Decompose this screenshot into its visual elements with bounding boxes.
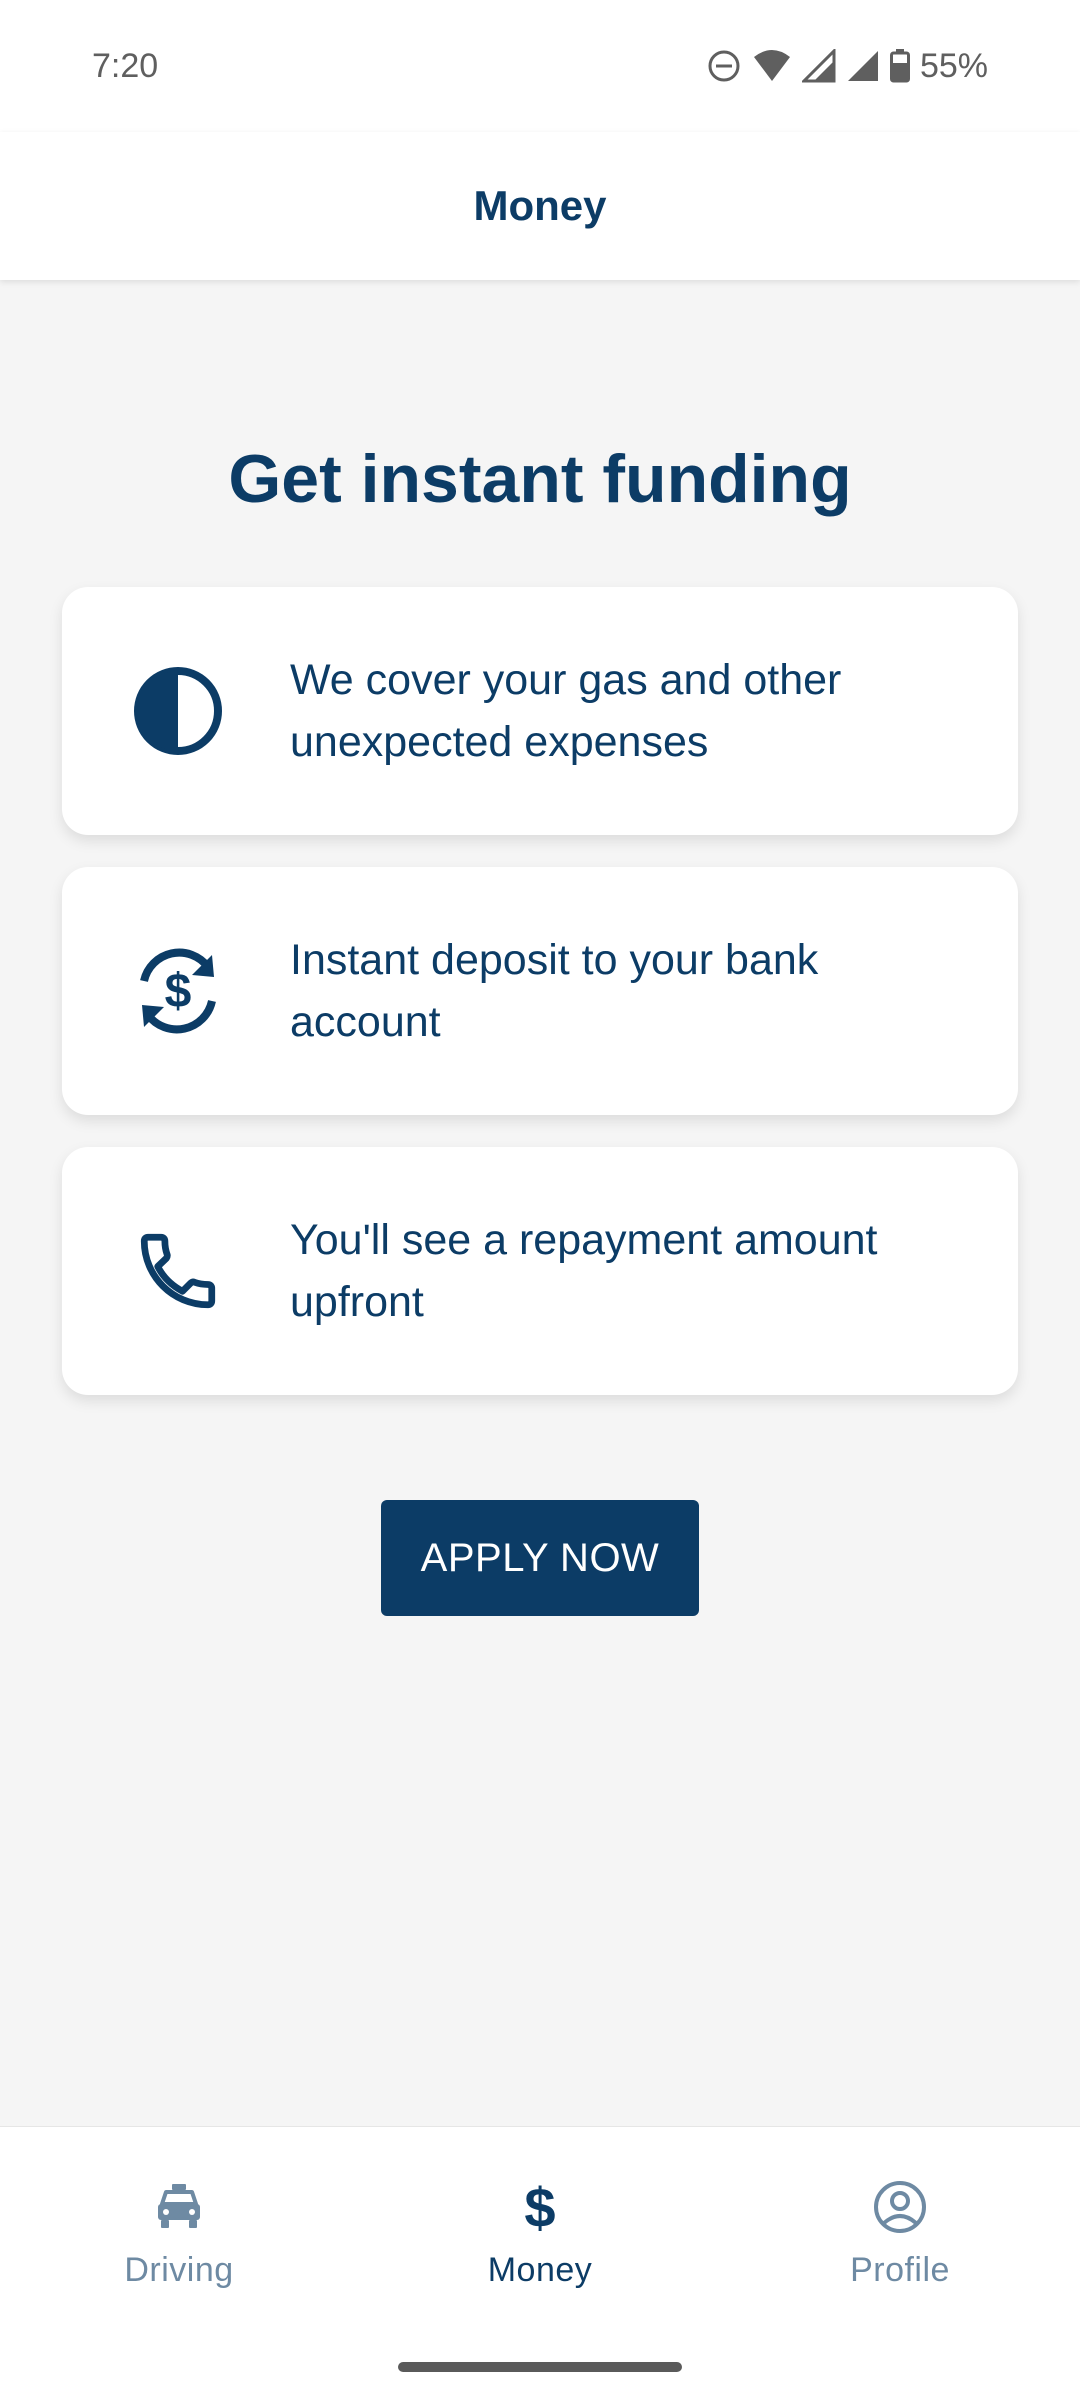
signal-icon xyxy=(801,49,836,83)
feature-card-deposit: $ Instant deposit to your bank account xyxy=(62,867,1018,1115)
signal-icon xyxy=(846,49,880,83)
battery-icon xyxy=(889,49,910,83)
feature-text: We cover your gas and other unexpected e… xyxy=(290,656,842,766)
half-circle-icon xyxy=(128,661,228,761)
main-content: Get instant funding We cover your gas an… xyxy=(0,280,1080,2126)
status-time: 7:20 xyxy=(92,46,159,85)
svg-text:$: $ xyxy=(524,2177,555,2237)
dollar-refresh-icon: $ xyxy=(128,941,228,1041)
feature-card-repayment: You'll see a repayment amount upfront xyxy=(62,1147,1018,1395)
nav-label-driving: Driving xyxy=(124,2251,234,2289)
home-indicator[interactable] xyxy=(398,2362,682,2372)
feature-text: Instant deposit to your bank account xyxy=(290,936,819,1046)
wifi-icon xyxy=(752,49,792,83)
nav-label-money: Money xyxy=(487,2251,593,2289)
feature-text: You'll see a repayment amount upfront xyxy=(290,1216,878,1326)
apply-now-button[interactable]: APPLY NOW xyxy=(381,1500,699,1616)
battery-percent: 55% xyxy=(919,46,988,85)
nav-item-profile[interactable]: Profile xyxy=(750,2177,1050,2327)
headline: Get instant funding xyxy=(228,441,852,517)
feature-card-gas: We cover your gas and other unexpected e… xyxy=(62,587,1018,835)
app-bar: Money xyxy=(0,132,1080,280)
svg-text:$: $ xyxy=(165,965,192,1018)
do-not-disturb-icon xyxy=(706,48,742,84)
status-bar: 7:20 55% xyxy=(0,0,1080,132)
phone-icon xyxy=(128,1221,228,1321)
nav-item-driving[interactable]: Driving xyxy=(29,2177,329,2327)
bottom-nav: Driving $ Money Profile xyxy=(0,2126,1080,2400)
nav-label-profile: Profile xyxy=(850,2251,950,2289)
nav-item-money[interactable]: $ Money xyxy=(390,2177,690,2327)
taxi-icon xyxy=(149,2177,209,2237)
profile-icon xyxy=(870,2177,930,2237)
status-icons: 55% xyxy=(706,47,988,86)
page-title: Money xyxy=(473,182,607,229)
dollar-icon: $ xyxy=(510,2177,570,2237)
